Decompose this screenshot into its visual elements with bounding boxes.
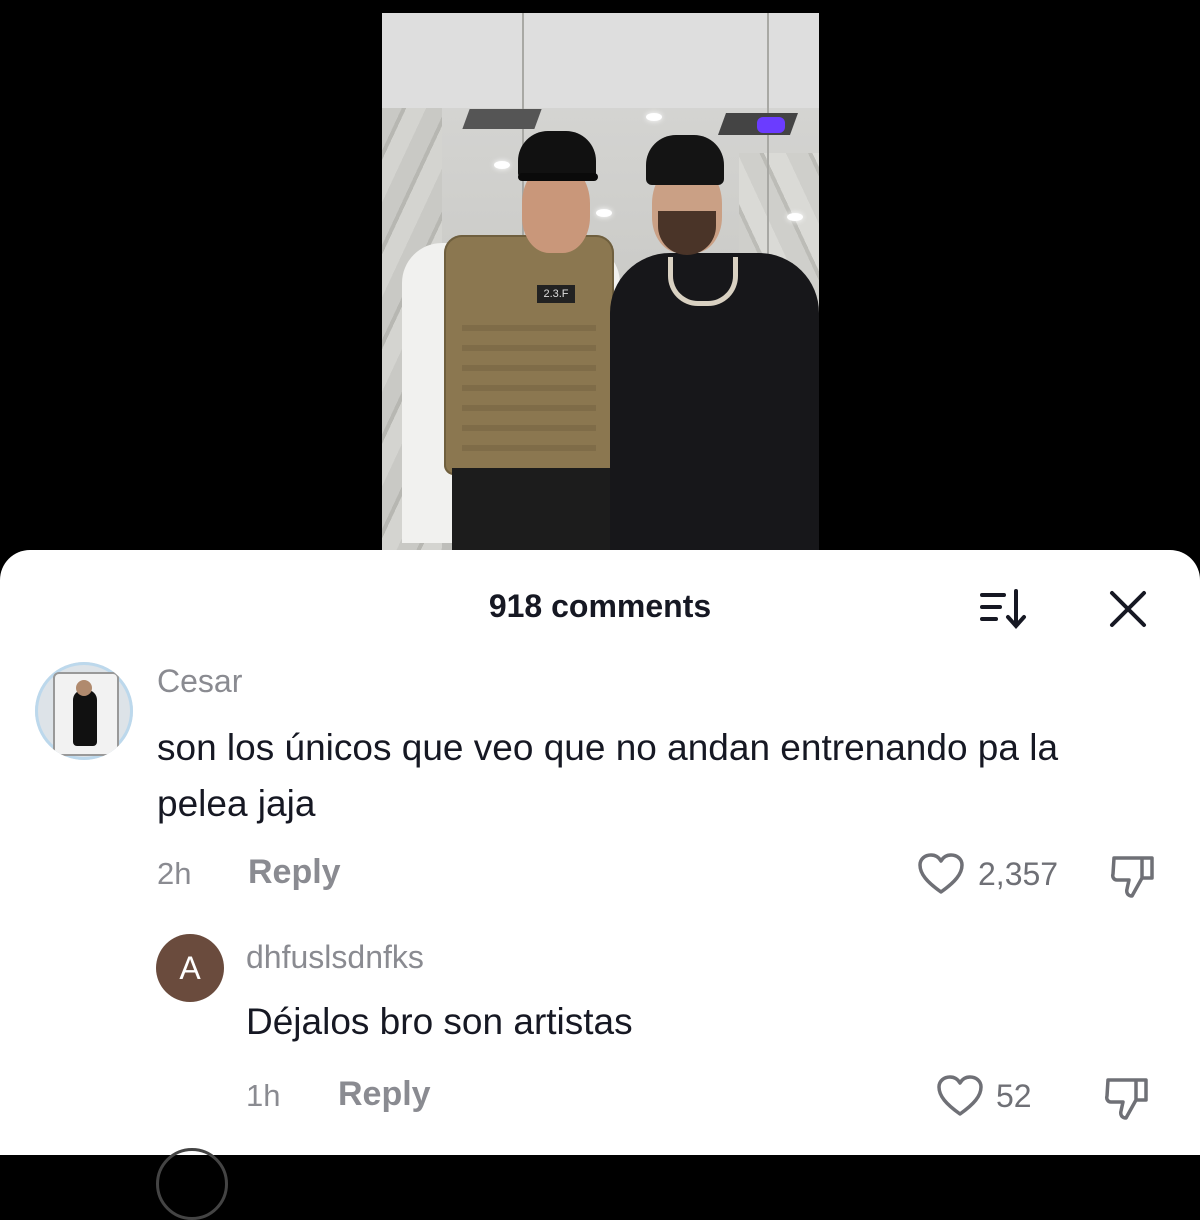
reply-username[interactable]: dhfuslsdnfks [246, 939, 424, 976]
sort-descending-icon[interactable] [978, 587, 1030, 631]
avatar[interactable] [35, 662, 133, 760]
reply-button[interactable]: Reply [248, 853, 341, 892]
heart-icon[interactable] [917, 852, 965, 896]
reply-timestamp: 1h [246, 1078, 281, 1113]
dislike-icon[interactable] [1108, 852, 1158, 900]
comments-sheet: 918 comments Cesar son los únicos que ve… [0, 550, 1200, 1220]
like-count: 52 [996, 1078, 1032, 1114]
avatar[interactable]: A [156, 934, 224, 1002]
like-count: 2,357 [978, 856, 1059, 892]
comment-timestamp: 2h [157, 856, 192, 891]
comment-text: son los únicos que veo que no andan entr… [157, 727, 1059, 824]
avatar[interactable] [156, 1148, 228, 1220]
dislike-icon[interactable] [1102, 1074, 1152, 1122]
video-frame-photo: 2.3.F [382, 13, 819, 560]
reply-text: Déjalos bro son artistas [246, 1001, 633, 1042]
close-icon[interactable] [1106, 587, 1150, 631]
reply-button[interactable]: Reply [338, 1075, 431, 1114]
comment-username[interactable]: Cesar [157, 663, 242, 700]
heart-icon[interactable] [936, 1074, 984, 1118]
video-player[interactable]: 2.3.F [0, 0, 1200, 560]
